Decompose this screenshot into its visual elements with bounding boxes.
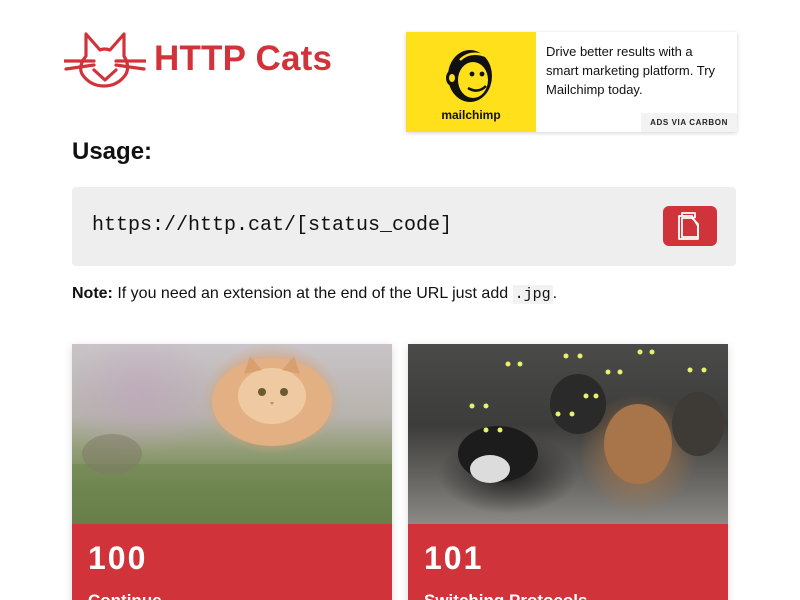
usage-heading: Usage: <box>72 138 153 165</box>
ad-image[interactable]: mailchimp <box>406 32 536 132</box>
copy-button[interactable] <box>663 206 717 246</box>
status-code: 101 <box>424 540 484 576</box>
copy-icon <box>678 212 699 240</box>
cat-image-art <box>458 349 724 484</box>
note-label: Note: <box>72 285 113 302</box>
site-logo[interactable]: HTTP Cats <box>64 30 332 88</box>
note-paragraph: Note: If you need an extension at the en… <box>72 285 558 304</box>
note-end: . <box>552 285 558 302</box>
status-code: 100 <box>88 540 148 576</box>
note-text: If you need an extension at the end of t… <box>112 285 513 302</box>
status-label: Switching Protocols <box>424 591 587 600</box>
cat-image[interactable] <box>408 344 728 524</box>
cat-image-art <box>72 356 392 524</box>
carbon-ad[interactable]: mailchimp Drive better results with a sm… <box>406 32 737 132</box>
status-card-bar: 101 Switching Protocols <box>408 524 728 600</box>
ad-brand: mailchimp <box>441 108 501 122</box>
status-card-101[interactable]: 101 Switching Protocols <box>408 344 728 600</box>
usage-url: https://http.cat/[status_code] <box>92 214 453 237</box>
cat-image[interactable] <box>72 344 392 524</box>
status-label: Continue <box>88 591 162 600</box>
ad-via-link[interactable]: ADS VIA CARBON <box>641 113 737 132</box>
note-extension: .jpg <box>512 285 553 304</box>
cat-logo-icon <box>64 32 146 88</box>
mailchimp-logo-icon <box>446 50 492 102</box>
status-card-100[interactable]: 100 Continue <box>72 344 392 600</box>
status-card-bar: 100 Continue <box>72 524 392 600</box>
site-title: HTTP Cats <box>154 39 333 78</box>
usage-code-box: https://http.cat/[status_code] <box>72 187 736 266</box>
